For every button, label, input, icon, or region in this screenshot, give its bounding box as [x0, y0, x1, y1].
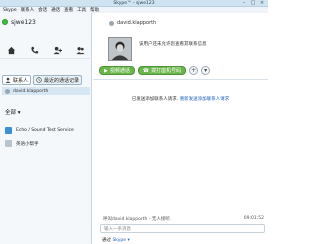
conversation-panel: david.klapporth 该用户还未允许您查看其联系信息 ▶ 视频通话 ☎…	[93, 13, 268, 244]
video-call-label: 视频通话	[109, 68, 130, 74]
tab-recent[interactable]: 最近的通话记录	[33, 75, 83, 85]
window-title: Skype™ - sjwe123	[113, 1, 155, 6]
video-call-button[interactable]: ▶ 视频通话	[99, 66, 135, 75]
offline-status-icon	[5, 88, 10, 94]
contacts-icon	[5, 77, 11, 83]
offline-status-icon	[109, 20, 114, 26]
video-icon: ▶	[104, 67, 108, 74]
request-info: 已发送添加联系人请求. 重新发送添加联系人请求	[93, 96, 268, 102]
mood-text: 该用户还未允许您查看其联系信息	[139, 42, 207, 47]
profile-photo-icon	[109, 38, 131, 60]
send-via-row: 通过 Skype ▾	[102, 237, 130, 243]
avatar	[108, 37, 132, 61]
phone-icon: ☎	[142, 67, 150, 74]
list-item[interactable]: Echo / Sound Test Service	[5, 127, 74, 134]
more-options-button[interactable]: ▾	[201, 66, 211, 75]
contact-avatar-icon	[5, 140, 12, 147]
home-icon[interactable]	[7, 46, 16, 57]
current-username: sjwe123	[11, 18, 36, 26]
send-via-label: 通过	[102, 238, 111, 243]
contact-name: Echo / Sound Test Service	[16, 128, 74, 133]
message-input[interactable]: 输入一条消息	[100, 224, 265, 233]
list-item[interactable]: 英语小帮手	[5, 140, 39, 147]
call-event-time: 09:01:52	[243, 216, 264, 221]
close-button[interactable]: ×	[259, 1, 265, 6]
add-button[interactable]: +	[189, 66, 199, 75]
tab-contacts[interactable]: 联系人	[2, 75, 32, 85]
group-title[interactable]: 全部 ▾	[5, 108, 21, 116]
resend-request-link[interactable]: 重新发送添加联系人请求	[180, 97, 230, 102]
minimize-button[interactable]: –	[241, 1, 247, 6]
user-status-bar[interactable]: sjwe123	[2, 16, 36, 28]
echo-avatar-icon	[5, 127, 12, 134]
contact-header: david.klapporth	[109, 20, 156, 26]
add-contact-icon[interactable]	[53, 46, 62, 57]
call-event-text: 呼叫david.klapporth - 无人接听.	[103, 217, 172, 222]
tab-contacts-label: 联系人	[13, 77, 29, 84]
selected-contact-row[interactable]: david.klapporth	[2, 87, 90, 95]
contact-name: 英语小帮手	[16, 141, 39, 147]
left-panel: sjwe123 联系人 最近的通话记录 david.klapporth 全部 ▾	[0, 13, 92, 244]
selected-contact-name: david.klapporth	[13, 88, 49, 94]
clock-icon	[36, 77, 42, 83]
divider	[93, 79, 268, 80]
call-phone-button[interactable]: ☎ 拨打座机号码	[137, 66, 187, 75]
online-status-icon[interactable]	[2, 19, 8, 25]
maximize-button[interactable]: □	[250, 1, 256, 6]
call-actions: ▶ 视频通话 ☎ 拨打座机号码 + ▾	[99, 66, 211, 75]
contact-title: david.klapporth	[117, 20, 157, 26]
window-controls: – □ ×	[241, 1, 265, 6]
call-phone-label: 拨打座机号码	[151, 68, 182, 74]
phone-icon[interactable]	[30, 46, 39, 57]
toolbar-icons	[0, 45, 92, 59]
request-sent-text: 已发送添加联系人请求.	[131, 97, 179, 102]
group-icon[interactable]	[76, 46, 85, 57]
tab-recent-label: 最近的通话记录	[44, 77, 80, 84]
contact-tabs: 联系人 最近的通话记录	[2, 75, 90, 85]
send-via-select[interactable]: Skype ▾	[112, 238, 129, 243]
call-event: 呼叫david.klapporth - 无人接听. 09:01:52	[103, 216, 264, 222]
message-placeholder: 输入一条消息	[104, 227, 131, 232]
title-bar: Skype™ - sjwe123 – □ ×	[0, 0, 268, 7]
menu-skype[interactable]: Skype	[3, 8, 17, 13]
